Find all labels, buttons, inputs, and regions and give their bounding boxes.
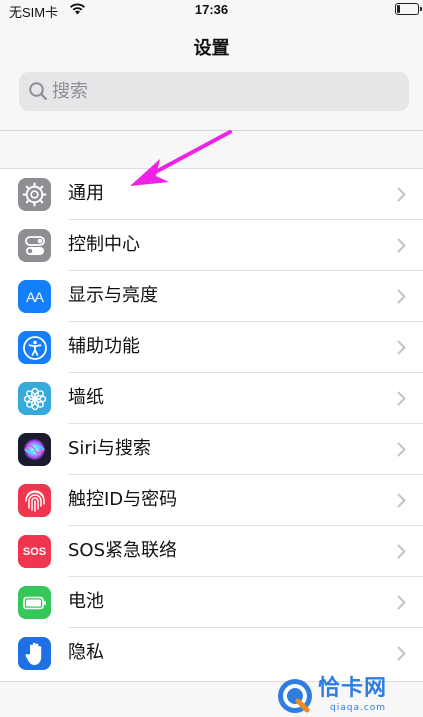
- settings-item-touch-id-passcode[interactable]: 触控ID与密码: [0, 475, 423, 526]
- flower-icon: [18, 382, 51, 415]
- watermark-logo-icon: [278, 679, 312, 713]
- settings-item-accessibility[interactable]: 辅助功能: [0, 322, 423, 373]
- settings-item-label: SOS紧急联络: [68, 540, 178, 561]
- settings-item-label: 控制中心: [68, 234, 140, 255]
- chevron-right-icon: [397, 340, 406, 355]
- sos-icon: SOS: [18, 535, 51, 568]
- page-title: 设置: [193, 38, 230, 59]
- siri-icon: [18, 433, 51, 466]
- text-size-icon: AA: [18, 280, 51, 313]
- settings-item-label: 电池: [68, 591, 104, 612]
- chevron-right-icon: [397, 238, 406, 253]
- settings-list: 通用 控制中心 AA 显示与亮度 辅助功能 墙纸 Siri与搜索 触控ID与密码…: [0, 168, 423, 682]
- watermark-url: qiaqa.com: [330, 703, 387, 713]
- settings-item-emergency-sos[interactable]: SOS SOS紧急联络: [0, 526, 423, 577]
- settings-item-label: 墙纸: [68, 387, 104, 408]
- battery-icon: [18, 586, 51, 619]
- annotation-arrow: [130, 130, 232, 186]
- gear-icon: [18, 178, 51, 211]
- chevron-right-icon: [397, 595, 406, 610]
- settings-item-siri-search[interactable]: Siri与搜索: [0, 424, 423, 475]
- status-bar: 无SIM卡 17:36: [0, 0, 423, 22]
- chevron-right-icon: [397, 493, 406, 508]
- settings-item-display-brightness[interactable]: AA 显示与亮度: [0, 271, 423, 322]
- settings-item-label: 通用: [68, 183, 104, 204]
- chevron-right-icon: [397, 544, 406, 559]
- chevron-right-icon: [397, 646, 406, 661]
- status-time: 17:36: [194, 2, 229, 17]
- accessibility-icon: [18, 331, 51, 364]
- settings-item-label: 显示与亮度: [68, 285, 158, 306]
- settings-item-wallpaper[interactable]: 墙纸: [0, 373, 423, 424]
- search-bar[interactable]: [19, 72, 409, 111]
- fingerprint-icon: [18, 484, 51, 517]
- settings-item-privacy[interactable]: 隐私: [0, 628, 423, 679]
- settings-item-label: 触控ID与密码: [68, 489, 178, 510]
- settings-item-battery[interactable]: 电池: [0, 577, 423, 628]
- toggles-icon: [18, 229, 51, 262]
- settings-item-label: 隐私: [68, 642, 104, 663]
- hand-icon: [18, 637, 51, 670]
- chevron-right-icon: [397, 187, 406, 202]
- watermark-brand: 恰卡网: [318, 676, 388, 701]
- search-icon: [29, 82, 48, 101]
- watermark: 恰卡网 qiaqa.com: [276, 676, 423, 717]
- chevron-right-icon: [397, 289, 406, 304]
- chevron-right-icon: [397, 391, 406, 406]
- chevron-right-icon: [397, 442, 406, 457]
- settings-item-control-center[interactable]: 控制中心: [0, 220, 423, 271]
- search-input[interactable]: [52, 72, 392, 111]
- battery-status-icon: [395, 3, 422, 15]
- settings-item-label: Siri与搜索: [68, 438, 151, 459]
- settings-item-label: 辅助功能: [68, 336, 140, 357]
